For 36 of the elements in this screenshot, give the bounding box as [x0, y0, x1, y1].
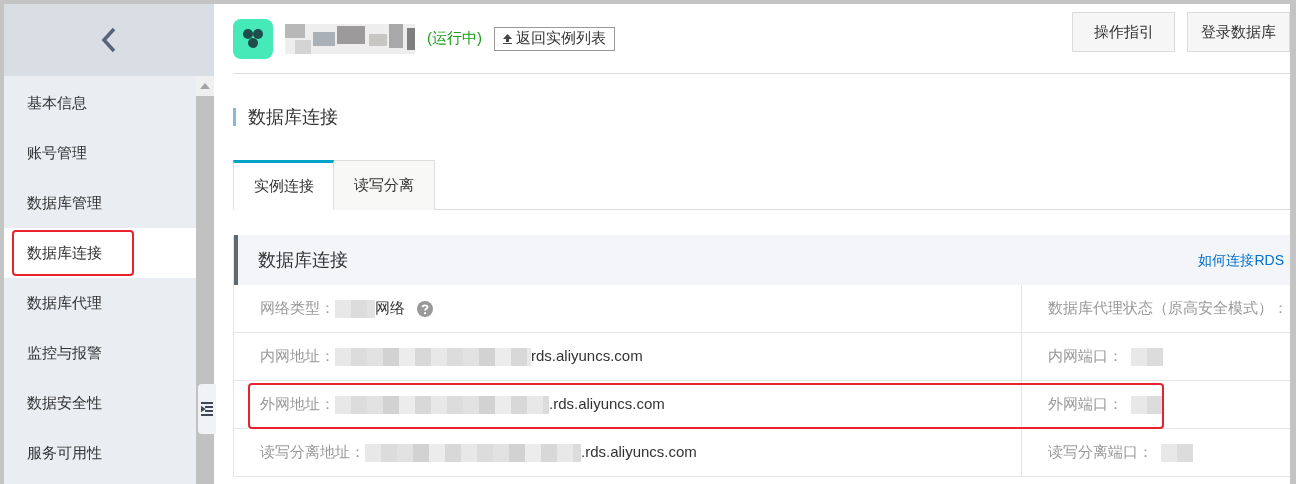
field-value: 网络 — [375, 298, 405, 319]
sidebar-item[interactable]: 基本信息 — [4, 78, 196, 128]
status-text: (运行中) — [427, 28, 482, 49]
sidebar-item[interactable]: 账号管理 — [4, 128, 196, 178]
field-label: 网络类型： — [260, 298, 335, 319]
sidebar-item[interactable]: 数据库连接 — [4, 228, 196, 278]
sidebar-item[interactable]: 监控与报警 — [4, 328, 196, 378]
field-value: .rds.aliyuncs.com — [581, 442, 697, 463]
field-label: 外网端口： — [1048, 394, 1123, 415]
field-label: 内网端口： — [1048, 346, 1123, 367]
how-to-connect-link[interactable]: 如何连接RDS — [1198, 249, 1284, 271]
panel-title: 数据库连接 — [258, 248, 348, 272]
field-label: 内网地址： — [260, 346, 335, 367]
scroll-up-icon[interactable] — [200, 83, 210, 89]
sidebar-item[interactable]: 数据库代理 — [4, 278, 196, 328]
list-collapse-icon — [201, 402, 213, 416]
header-button[interactable]: 操作指引 — [1072, 12, 1175, 52]
field-value: .rds.aliyuncs.com — [549, 394, 665, 415]
upload-arrow-icon — [503, 33, 512, 44]
tab[interactable]: 实例连接 — [233, 160, 334, 210]
back-chevron-icon[interactable] — [101, 27, 117, 53]
collapse-tab[interactable] — [198, 384, 216, 434]
field-label: 读写分离地址： — [260, 442, 365, 463]
field-value: rds.aliyuncs.com — [531, 346, 643, 367]
sidebar-item[interactable]: 服务可用性 — [4, 428, 196, 478]
field-label: 数据库代理状态（原高安全模式）： — [1048, 298, 1288, 319]
sidebar-item[interactable]: 数据安全性 — [4, 378, 196, 428]
help-icon[interactable] — [417, 300, 433, 317]
page-title: 数据库连接 — [248, 105, 338, 129]
tab[interactable]: 读写分离 — [334, 160, 435, 210]
field-label: 外网地址： — [260, 394, 335, 415]
sidebar-item[interactable]: 数据库管理 — [4, 178, 196, 228]
header-button[interactable]: 登录数据库 — [1187, 12, 1290, 52]
title-accent-bar — [233, 108, 236, 126]
back-to-list-button[interactable]: 返回实例列表 — [494, 26, 615, 51]
field-label: 读写分离端口： — [1048, 442, 1153, 463]
